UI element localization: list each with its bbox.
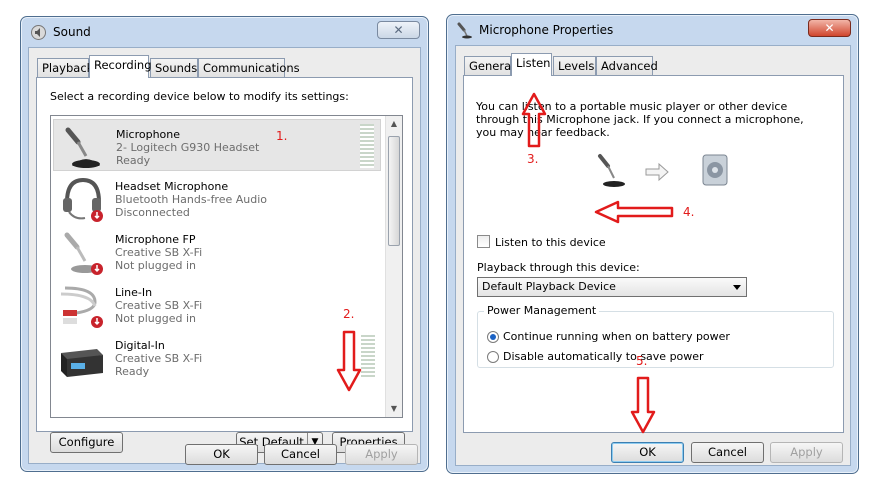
apply-button[interactable]: Apply [345, 444, 418, 465]
device-row-line-in[interactable]: Line-In Creative SB X-Fi Not plugged in [53, 278, 381, 330]
device-status: Ready [115, 365, 150, 378]
window-title: Sound [53, 25, 91, 39]
apply-button[interactable]: Apply [770, 442, 843, 463]
configure-button[interactable]: Configure [50, 432, 123, 453]
annotation-arrow-left-icon [594, 200, 674, 224]
scroll-down-arrow-icon[interactable]: ▼ [386, 401, 402, 417]
tab-advanced[interactable]: Advanced [596, 56, 658, 76]
sound-titlebar[interactable]: Sound ✕ [21, 17, 428, 47]
rca-cable-icon [60, 286, 103, 328]
device-status: Not plugged in [115, 312, 197, 325]
microphone-icon [64, 232, 103, 275]
digital-device-icon [61, 349, 103, 377]
close-button[interactable]: ✕ [808, 19, 851, 37]
device-driver: Creative SB X-Fi [115, 246, 203, 259]
device-status: Ready [116, 154, 151, 167]
playback-device-select[interactable]: Default Playback Device [477, 277, 747, 297]
device-status: Disconnected [115, 206, 190, 219]
device-name: Microphone FP [115, 233, 196, 246]
device-driver: 2- Logitech G930 Headset [116, 141, 260, 154]
playback-label: Playback through this device: [477, 261, 640, 274]
tab-general[interactable]: General [464, 56, 514, 76]
annotation-4: 4. [683, 205, 695, 219]
ok-button[interactable]: OK [185, 444, 258, 465]
tab-sounds[interactable]: Sounds [150, 58, 198, 78]
microphone-icon [65, 127, 100, 168]
continue-running-label[interactable]: Continue running when on battery power [503, 330, 730, 343]
power-management-group: Power Management Continue running when o… [477, 304, 834, 368]
playback-device-value: Default Playback Device [482, 280, 616, 293]
power-management-label: Power Management [484, 304, 600, 317]
listen-checkbox[interactable] [477, 235, 490, 248]
level-meter [360, 124, 374, 168]
device-driver: Bluetooth Hands-free Audio [115, 193, 268, 206]
window-title: Microphone Properties [479, 23, 614, 37]
annotation-1: 1. [276, 129, 288, 143]
scroll-thumb[interactable] [388, 136, 400, 246]
ok-button[interactable]: OK [611, 442, 684, 463]
chevron-down-icon [733, 285, 741, 290]
mic-titlebar[interactable]: Microphone Properties ✕ [447, 15, 858, 45]
device-row-digital-in[interactable]: Digital-In Creative SB X-Fi Ready [53, 331, 381, 383]
annotation-5: 5. [636, 354, 648, 368]
microphone-icon [598, 154, 625, 187]
device-name: Headset Microphone [115, 180, 229, 193]
device-name: Microphone [116, 128, 181, 141]
device-row-microphone-fp[interactable]: Microphone FP Creative SB X-Fi Not plugg… [53, 225, 381, 277]
tab-recording[interactable]: Recording [89, 55, 152, 78]
device-row-microphone[interactable]: Microphone 2- Logitech G930 Headset Read… [53, 119, 381, 171]
annotation-3: 3. [527, 152, 539, 166]
device-status: Not plugged in [115, 259, 197, 272]
cancel-button[interactable]: Cancel [264, 444, 337, 465]
disable-automatically-label[interactable]: Disable automatically to save power [503, 350, 704, 363]
sound-content: Playback Recording Sounds Communications… [28, 47, 421, 465]
tab-communications[interactable]: Communications [198, 58, 300, 78]
annotation-arrow-down-icon [336, 330, 362, 392]
speaker-icon [702, 154, 728, 186]
tab-playback[interactable]: Playback [37, 58, 93, 78]
sound-window: Sound ✕ Playback Recording Sounds Commun… [20, 16, 429, 472]
scroll-up-arrow-icon[interactable]: ▲ [386, 116, 402, 132]
listen-checkbox-label[interactable]: Listen to this device [495, 236, 606, 249]
arrow-right-icon [645, 162, 669, 182]
device-driver: Creative SB X-Fi [115, 352, 203, 365]
tab-listen[interactable]: Listen [511, 53, 552, 76]
annotation-arrow-up-icon [521, 92, 547, 148]
continue-running-radio[interactable] [487, 331, 499, 343]
microphone-icon [457, 22, 472, 39]
speaker-icon [31, 25, 46, 40]
level-meter [361, 335, 375, 379]
device-name: Digital-In [115, 339, 165, 352]
annotation-arrow-down-icon [630, 376, 656, 434]
annotation-2: 2. [343, 307, 355, 321]
device-list-scrollbar[interactable]: ▲ ▼ [385, 116, 402, 417]
close-button[interactable]: ✕ [377, 21, 420, 39]
cancel-button[interactable]: Cancel [691, 442, 764, 463]
device-row-headset-microphone[interactable]: Headset Microphone Bluetooth Hands-free … [53, 172, 381, 224]
device-name: Line-In [115, 286, 153, 299]
disable-automatically-radio[interactable] [487, 351, 499, 363]
headset-icon [63, 177, 103, 222]
instruction-text: Select a recording device below to modif… [50, 90, 349, 103]
device-driver: Creative SB X-Fi [115, 299, 203, 312]
tab-levels[interactable]: Levels [553, 56, 596, 76]
